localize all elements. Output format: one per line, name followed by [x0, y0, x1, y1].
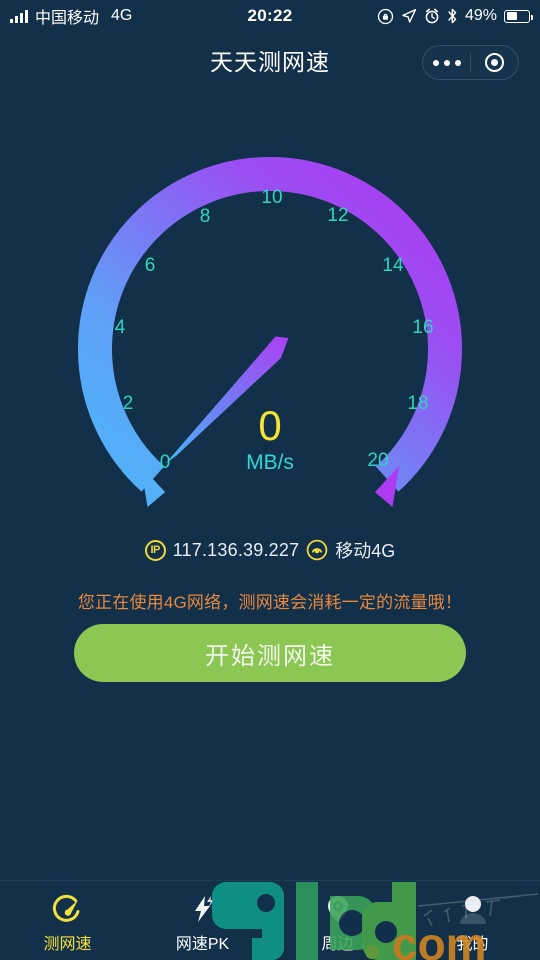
speed-value: 0: [258, 402, 282, 449]
speed-gauge: 0 2 4 6 8 10 12 14 16 18 20 0 MB/s: [0, 150, 540, 520]
gauge-tick-6: 6: [144, 255, 156, 276]
gauge-tick-4: 4: [114, 317, 126, 338]
close-target-icon[interactable]: [471, 53, 518, 72]
tab-speed-test[interactable]: 测网速: [0, 881, 135, 960]
speed-unit: MB/s: [246, 451, 294, 474]
battery-percent-label: 49%: [464, 7, 497, 24]
tab-nearby[interactable]: 周边: [270, 881, 405, 960]
start-speed-test-button[interactable]: 开始测网速: [74, 624, 466, 682]
location-arrow-icon: [402, 8, 417, 23]
tab-label-speed-pk: 网速PK: [175, 936, 230, 953]
location-pin-icon: [322, 893, 354, 925]
alarm-clock-icon: [425, 8, 439, 24]
more-options-icon[interactable]: [423, 59, 470, 66]
person-icon: [457, 893, 489, 925]
battery-icon: [504, 9, 533, 23]
tab-label-speed-test: 测网速: [43, 936, 92, 953]
gauge-tick-20: 20: [367, 450, 389, 471]
data-usage-warning: 您正在使用4G网络，测网速会消耗一定的流量哦！: [77, 593, 463, 612]
rotation-lock-icon: [377, 8, 394, 24]
network-info-row: IP 117.136.39.227 移动4G: [0, 537, 540, 563]
tab-bar: 测网速 网速PK 周边 我的: [0, 880, 540, 960]
tab-profile[interactable]: 我的: [405, 881, 540, 960]
network-name-label: 移动4G: [335, 541, 396, 561]
speedometer-icon: [52, 893, 84, 925]
gauge-tick-10: 10: [261, 187, 283, 208]
lightning-bolt-icon: [187, 893, 219, 925]
bluetooth-icon: [448, 8, 457, 24]
ip-badge-icon: IP: [144, 539, 166, 561]
gauge-tick-0: 0: [159, 452, 171, 473]
status-bar: 中国移动 4G 20:22 49%: [0, 0, 540, 32]
ip-address-label: 117.136.39.227: [172, 539, 300, 560]
signal-wave-icon: [306, 539, 328, 561]
status-bar-right: 49%: [377, 7, 533, 25]
gauge-tick-14: 14: [382, 255, 404, 276]
gauge-readout: 0 MB/s: [180, 405, 360, 475]
app-screen: 中国移动 4G 20:22 49% 天天测网速 0 2 4 6 8 10 12 …: [0, 0, 540, 960]
gauge-tick-12: 12: [327, 205, 349, 226]
wechat-capsule[interactable]: [422, 45, 519, 80]
gauge-tick-2: 2: [122, 393, 134, 414]
gauge-tick-8: 8: [199, 206, 211, 227]
tab-label-profile: 我的: [456, 936, 489, 953]
tab-speed-pk[interactable]: 网速PK: [135, 881, 270, 960]
gauge-tick-16: 16: [412, 317, 434, 338]
tab-label-nearby: 周边: [321, 936, 354, 953]
nav-bar: 天天测网速: [0, 32, 540, 92]
gauge-tick-18: 18: [407, 393, 429, 414]
